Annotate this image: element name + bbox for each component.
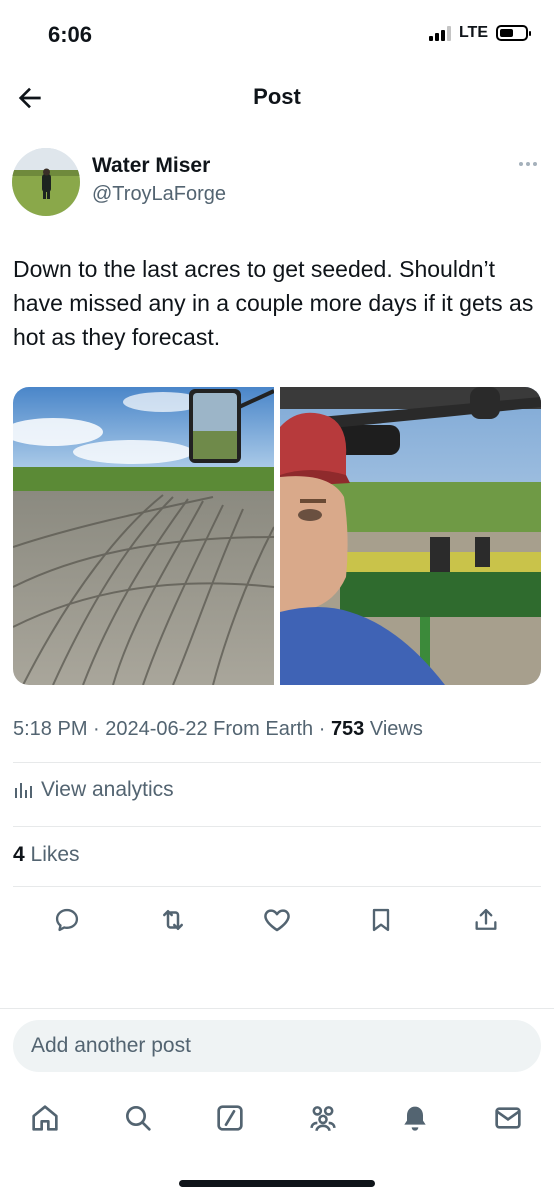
post-author: Water Miser @TroyLaForge [12, 146, 542, 216]
status-bar: 6:06 LTE [0, 0, 554, 70]
mail-icon [495, 1107, 521, 1129]
share-button[interactable] [470, 904, 502, 936]
post-source: From Earth [207, 718, 314, 740]
bottom-tab-bar [0, 1094, 554, 1142]
meta-separator: · [87, 718, 106, 740]
divider [13, 826, 541, 827]
divider [13, 886, 541, 887]
more-horizontal-icon [519, 162, 523, 166]
bookmark-icon [372, 908, 390, 932]
bell-icon [404, 1106, 426, 1131]
avatar-image [12, 148, 80, 216]
post-media [13, 387, 541, 685]
signal-icon [428, 25, 451, 41]
post-text: Down to the last acres to get seeded. Sh… [13, 256, 534, 350]
views-count: 753 [330, 718, 365, 740]
view-analytics-link[interactable]: View analytics [13, 778, 174, 802]
post-photo-selfie[interactable] [280, 387, 541, 685]
tab-messages[interactable] [490, 1100, 526, 1136]
bookmark-button[interactable] [365, 904, 397, 936]
communities-icon [310, 1106, 336, 1131]
meta-separator: · [313, 718, 331, 740]
author-handle[interactable]: @TroyLaForge [92, 183, 226, 206]
network-label: LTE [458, 24, 488, 41]
bar-chart-icon [15, 783, 32, 798]
grok-icon [217, 1105, 243, 1131]
repost-button[interactable] [157, 904, 189, 936]
page-title: Post [253, 84, 301, 109]
likes-label: Likes [24, 843, 80, 866]
repost-icon [163, 910, 183, 930]
home-icon [32, 1105, 58, 1131]
views-label: Views [364, 718, 423, 740]
search-icon [126, 1106, 151, 1131]
header: Post [0, 70, 554, 126]
post-photo-field[interactable] [13, 387, 274, 685]
avatar[interactable] [12, 148, 80, 216]
tab-search[interactable] [120, 1100, 156, 1136]
likes-count-link[interactable]: 4 Likes [13, 843, 80, 867]
tab-notifications[interactable] [397, 1100, 433, 1136]
post-time: 5:18 PM [13, 718, 88, 740]
field-photo [13, 387, 274, 685]
battery-icon [496, 25, 531, 41]
status-indicators: LTE [428, 24, 531, 42]
reply-icon [55, 908, 79, 932]
add-post-input[interactable] [13, 1020, 541, 1072]
share-icon [475, 908, 497, 930]
divider [0, 1008, 554, 1009]
post-actions [0, 900, 554, 940]
reply-button[interactable] [51, 904, 83, 936]
view-analytics-label: View analytics [41, 778, 174, 801]
like-button[interactable] [261, 904, 293, 936]
post-date: 2024-06-22 [105, 718, 208, 740]
more-options-button[interactable] [514, 156, 542, 172]
tab-communities[interactable] [305, 1100, 341, 1136]
tab-grok[interactable] [212, 1100, 248, 1136]
author-display-name[interactable]: Water Miser [92, 154, 210, 178]
likes-count: 4 [13, 843, 25, 866]
selfie-photo [280, 387, 541, 685]
post-meta: 5:18 PM · 2024-06-22 From Earth · 753 Vi… [13, 718, 423, 741]
status-time: 6:06 [48, 22, 93, 47]
divider [13, 762, 541, 763]
home-indicator [179, 1180, 375, 1187]
tab-home[interactable] [27, 1100, 63, 1136]
heart-icon [264, 909, 290, 932]
